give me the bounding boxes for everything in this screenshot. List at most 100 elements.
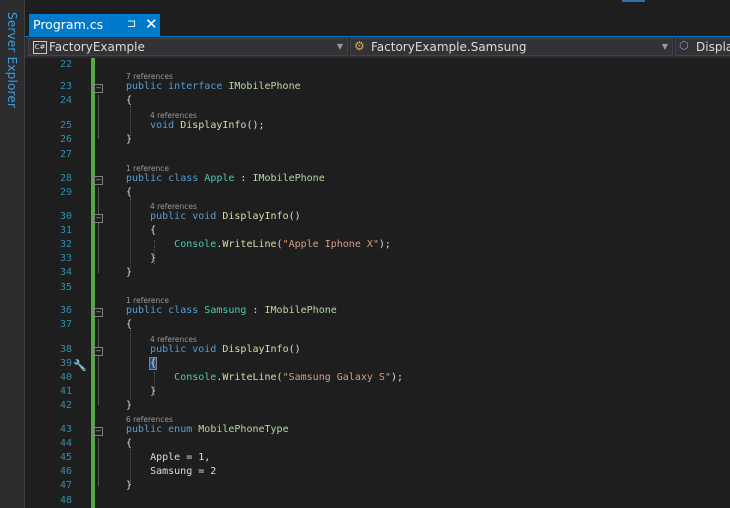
line-number: 45 [59,452,72,463]
code-text: { [126,438,133,449]
line-number: 43 [59,424,72,435]
code-text: { [126,319,133,330]
code-line[interactable]: 45 Apple = 1, [25,451,730,465]
code-text: } [126,134,133,145]
class-dropdown[interactable]: ⚙ FactoryExample.Samsung ▼ [350,38,673,56]
server-explorer-panel[interactable]: Server Explorer [0,0,25,508]
line-number: 44 [59,438,72,449]
code-line[interactable]: 27 [25,148,730,162]
collapse-icon[interactable]: − [94,347,103,356]
collapse-icon[interactable]: − [94,84,103,93]
tab-program-cs[interactable]: Program.cs ⊐ ✕ [29,14,160,36]
chevron-down-icon: ▼ [661,42,668,51]
code-text: } [126,400,133,411]
collapse-icon[interactable]: − [94,214,103,223]
code-line[interactable]: 41 } [25,385,730,399]
code-line[interactable]: 43 public enum MobilePhoneType [25,423,730,437]
line-number: 23 [59,81,72,92]
code-text: public class Apple : IMobilePhone [126,173,325,184]
tab-title: Program.cs [33,17,104,32]
member-dropdown[interactable]: ⬡ Display [675,38,730,56]
line-number: 33 [59,253,72,264]
class-icon: ⚙ [354,39,365,53]
code-line[interactable]: 46 Samsung = 2 [25,465,730,479]
code-line[interactable]: 26 } [25,133,730,147]
code-text: public interface IMobilePhone [126,81,301,92]
code-text: } [126,386,157,397]
code-text: Samsung = 2 [126,466,217,477]
code-line[interactable]: 29 { [25,186,730,200]
line-number: 35 [59,282,72,293]
code-text: public enum MobilePhoneType [126,424,289,435]
line-number: 31 [59,225,72,236]
line-number: 29 [59,187,72,198]
line-number: 28 [59,173,72,184]
code-line[interactable]: 40 Console.WriteLine("Samsung Galaxy S")… [25,371,730,385]
project-name: FactoryExample [49,40,145,54]
project-dropdown[interactable]: C# FactoryExample ▼ [28,38,348,56]
line-number: 41 [59,386,72,397]
code-text: { [126,225,157,236]
code-text: Console.WriteLine("Apple Iphone X"); [174,239,391,250]
line-number: 47 [59,480,72,491]
code-text: public class Samsung : IMobilePhone [126,305,337,316]
code-line[interactable]: 25 void DisplayInfo(); [25,119,730,133]
line-number: 36 [59,305,72,316]
member-name: Display [696,40,730,54]
code-line[interactable]: 32 Console.WriteLine("Apple Iphone X"); [25,238,730,252]
line-number: 26 [59,134,72,145]
code-line[interactable]: 28 public class Apple : IMobilePhone [25,172,730,186]
collapse-icon[interactable]: − [94,427,103,436]
code-line[interactable]: 47 } [25,479,730,493]
line-number: 40 [59,372,72,383]
method-icon: ⬡ [679,39,689,52]
close-icon[interactable]: ✕ [145,15,158,33]
code-line[interactable]: 31 { [25,224,730,238]
line-number: 25 [59,120,72,131]
pin-icon[interactable]: ⊐ [127,17,136,30]
code-line[interactable]: 23 public interface IMobilePhone [25,80,730,94]
server-explorer-label[interactable]: Server Explorer [5,12,19,108]
line-number: 24 [59,95,72,106]
code-text: } [126,267,133,278]
line-number: 22 [59,59,72,70]
collapse-icon[interactable]: − [94,308,103,317]
code-text: public void DisplayInfo() [150,344,301,355]
line-number: 38 [59,344,72,355]
code-text: public void DisplayInfo() [150,211,301,222]
line-number: 46 [59,466,72,477]
code-line[interactable]: 24 { [25,94,730,108]
chevron-down-icon: ▼ [336,42,343,51]
line-number: 42 [59,400,72,411]
code-text: Console.WriteLine("Samsung Galaxy S"); [174,372,403,383]
code-text: { [126,187,133,198]
code-text: { [126,95,133,106]
code-line[interactable]: 33 } [25,252,730,266]
code-line[interactable]: 35 [25,281,730,295]
code-line[interactable]: 36 public class Samsung : IMobilePhone [25,304,730,318]
line-number: 30 [59,211,72,222]
collapse-icon[interactable]: − [94,176,103,185]
code-text: } [126,480,133,491]
code-line[interactable]: 39 { [25,357,730,371]
line-number: 34 [59,267,72,278]
code-line[interactable]: 37 { [25,318,730,332]
top-accent-line [622,0,645,2]
code-line[interactable]: 48 [25,494,730,508]
code-editor[interactable]: 7 references 4 references 1 reference 4 … [25,58,730,508]
line-number: 37 [59,319,72,330]
document-tab-strip: Program.cs ⊐ ✕ [25,14,730,38]
code-line[interactable]: 38 public void DisplayInfo() [25,343,730,357]
line-number: 27 [59,149,72,160]
line-number: 39 [59,358,72,369]
code-line[interactable]: 30 public void DisplayInfo() [25,210,730,224]
code-line[interactable]: 42 } [25,399,730,413]
code-text: Apple = 1, [126,452,211,463]
line-number: 32 [59,239,72,250]
code-line[interactable]: 34 } [25,266,730,280]
code-line[interactable]: 44 { [25,437,730,451]
code-line[interactable]: 22 [25,58,730,72]
line-number: 48 [59,495,72,506]
code-text: { [126,357,158,370]
matched-brace: { [149,357,158,370]
